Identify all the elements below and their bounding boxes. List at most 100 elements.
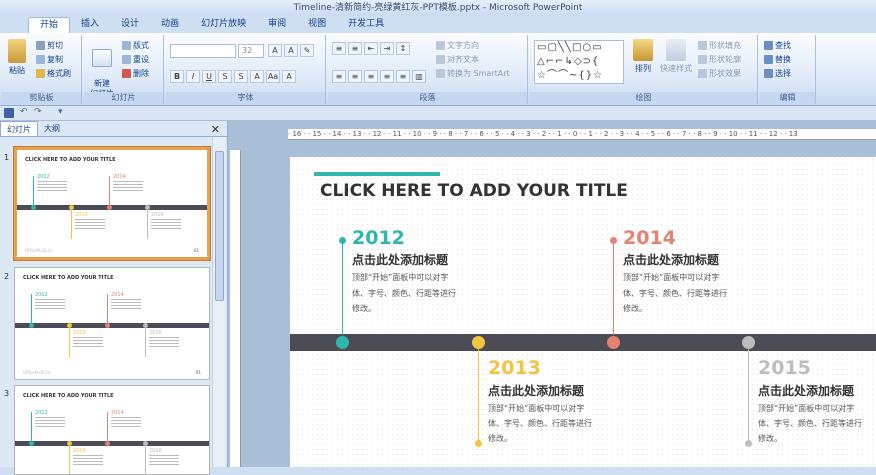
slide-thumbnail-3[interactable]: CLICK HERE TO ADD YOUR TITLE 2012 2014 2013… xyxy=(14,385,210,475)
thumb-year: 2016 xyxy=(149,448,162,454)
tab-slide-show[interactable]: 幻灯片放映 xyxy=(190,17,257,33)
slide-thumbnail-2[interactable]: CLICK HERE TO ADD YOUR TITLE 2012 2014 2013… xyxy=(14,267,210,380)
underline-icon[interactable]: U xyxy=(202,70,216,83)
thumb-year: 2012 xyxy=(35,410,48,416)
shapes-gallery[interactable]: ▭▢╲╲□○▭ △⌐⌐↳◇⊃{☆⌒⌒~{}☆ xyxy=(534,40,624,84)
format-painter-label: 格式刷 xyxy=(47,69,71,78)
reset-icon xyxy=(122,55,131,64)
shrink-font-icon[interactable]: A xyxy=(284,44,298,57)
align-text-button[interactable]: 对齐文本 xyxy=(436,54,479,65)
font-name-select[interactable] xyxy=(170,44,236,58)
align-center-icon[interactable]: ≡ xyxy=(348,70,362,83)
panel-scrollbar[interactable] xyxy=(212,137,225,467)
align-right-icon[interactable]: ≡ xyxy=(364,70,378,83)
shape-fill-button[interactable]: 形状填充 xyxy=(698,40,741,51)
year-label: 2015 xyxy=(758,357,811,379)
select-button[interactable]: 选择 xyxy=(764,68,791,79)
slide-thumbnail-1[interactable]: CLICK HERE TO ADD YOUR TITLE 2012 2014 2013… xyxy=(14,147,210,260)
tab-slides-panel[interactable]: 幻灯片 xyxy=(0,121,38,136)
tab-animations[interactable]: 动画 xyxy=(150,17,190,33)
shadow-icon[interactable]: S xyxy=(234,70,248,83)
italic-icon[interactable]: I xyxy=(186,70,200,83)
thumb-year: 2013 xyxy=(73,448,86,454)
clipboard-group: 粘贴 剪切 复制 格式刷 剪贴板 xyxy=(2,35,82,104)
redo-icon[interactable]: ↷ xyxy=(34,107,42,117)
tab-developer[interactable]: 开发工具 xyxy=(337,17,395,33)
copy-icon xyxy=(36,55,45,64)
save-icon[interactable] xyxy=(4,108,14,118)
thumb-year: 2014 xyxy=(111,410,124,416)
distribute-icon[interactable]: ≡ xyxy=(396,70,410,83)
scissors-icon xyxy=(36,41,45,50)
customize-icon[interactable]: ▾ xyxy=(58,107,63,117)
tab-view[interactable]: 视图 xyxy=(297,17,337,33)
shape-outline-button[interactable]: 形状轮廓 xyxy=(698,54,741,65)
horizontal-ruler: · 16 · · 15 · · 14 · · 13 · · 12 · · 11 … xyxy=(288,129,876,140)
char-spacing-icon[interactable]: A xyxy=(250,70,264,83)
paste-button[interactable]: 粘贴 xyxy=(4,39,30,76)
timeline-dot xyxy=(336,336,349,349)
grow-font-icon[interactable]: A xyxy=(268,44,282,57)
copy-button[interactable]: 复制 xyxy=(36,54,63,65)
timeline-dot xyxy=(607,336,620,349)
item-body: 体、字号、颜色、行距等进行 xyxy=(488,419,592,428)
smartart-button[interactable]: 转换为 SmartArt xyxy=(436,68,510,79)
thumb-dot xyxy=(29,441,34,446)
shape-effects-button[interactable]: 形状效果 xyxy=(698,68,741,79)
thumb-dot xyxy=(107,205,112,210)
close-icon[interactable]: ✕ xyxy=(211,123,220,136)
find-button[interactable]: 查找 xyxy=(764,40,791,51)
layout-label: 版式 xyxy=(133,41,149,50)
tab-insert[interactable]: 插入 xyxy=(70,17,110,33)
timeline-dot xyxy=(472,336,485,349)
undo-icon[interactable]: ↶ xyxy=(20,107,28,117)
align-left-icon[interactable]: ≡ xyxy=(332,70,346,83)
numbering-icon[interactable]: ≡ xyxy=(348,42,362,55)
thumb-connector xyxy=(107,412,108,441)
delete-button[interactable]: 删除 xyxy=(122,68,149,79)
clear-format-icon[interactable]: ✎ xyxy=(300,44,314,57)
thumb-text xyxy=(35,417,65,427)
font-size-select[interactable]: 32 xyxy=(238,44,264,58)
item-body: 体、字号、颜色、行距等进行 xyxy=(352,289,456,298)
thumb-dot xyxy=(105,441,110,446)
tab-home[interactable]: 开始 xyxy=(28,17,71,33)
columns-icon[interactable]: ▥ xyxy=(412,70,426,83)
thumb-text xyxy=(113,181,143,191)
bullets-icon[interactable]: ≡ xyxy=(332,42,346,55)
layout-button[interactable]: 版式 xyxy=(122,40,149,51)
scrollbar-thumb[interactable] xyxy=(215,151,224,301)
decrease-indent-icon[interactable]: ⇤ xyxy=(364,42,378,55)
strikethrough-icon[interactable]: S xyxy=(218,70,232,83)
small-dot xyxy=(475,440,482,447)
thumb-connector xyxy=(71,210,72,239)
editing-group: 查找 替换 选择 编辑 xyxy=(760,35,816,104)
new-slide-button[interactable]: 新建 幻灯片 xyxy=(86,39,118,99)
thumb-year: 2016 xyxy=(149,330,162,336)
paste-icon xyxy=(8,39,26,63)
replace-button[interactable]: 替换 xyxy=(764,54,791,65)
thumb-page: 01 xyxy=(193,248,199,253)
vertical-ruler xyxy=(230,150,241,467)
font-color-icon[interactable]: A xyxy=(282,70,296,83)
tab-review[interactable]: 审阅 xyxy=(257,17,297,33)
text-direction-button[interactable]: 文字方向 xyxy=(436,40,479,51)
item-body: 顶部“开始”面板中可以对字 xyxy=(352,273,449,282)
format-painter-button[interactable]: 格式刷 xyxy=(36,68,71,79)
slide-title[interactable]: CLICK HERE TO ADD YOUR TITLE xyxy=(320,181,628,201)
item-heading: 点击此处添加标题 xyxy=(758,384,855,398)
cut-button[interactable]: 剪切 xyxy=(36,40,63,51)
font-group-label: 字体 xyxy=(166,92,325,104)
bold-icon[interactable]: B xyxy=(170,70,184,83)
thumb-connector xyxy=(33,176,34,205)
quick-styles-button[interactable]: 快速样式 xyxy=(658,39,694,74)
slide-canvas[interactable]: CLICK HERE TO ADD YOUR TITLE 2012 点击此处添加标… xyxy=(290,157,876,467)
line-spacing-icon[interactable]: ↕ xyxy=(396,42,410,55)
tab-outline[interactable]: 大纲 xyxy=(38,121,66,136)
change-case-icon[interactable]: Aa xyxy=(266,70,280,83)
justify-icon[interactable]: ≡ xyxy=(380,70,394,83)
reset-button[interactable]: 重设 xyxy=(122,54,149,65)
tab-design[interactable]: 设计 xyxy=(110,17,150,33)
increase-indent-icon[interactable]: ⇥ xyxy=(380,42,394,55)
arrange-button[interactable]: 排列 xyxy=(630,39,656,74)
